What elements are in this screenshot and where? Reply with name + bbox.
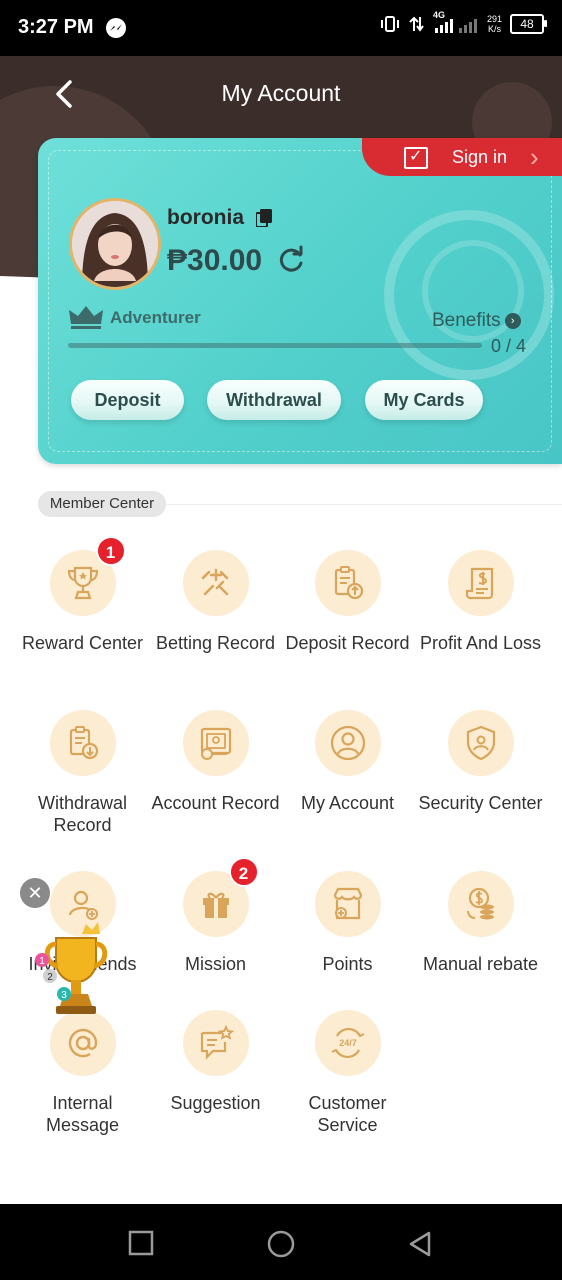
- menu-item-points[interactable]: Points: [281, 871, 414, 975]
- menu-item-label: Manual rebate: [422, 954, 539, 974]
- store-icon: [333, 887, 362, 920]
- data-arrows-icon: [409, 16, 424, 32]
- vibrate-icon: [380, 16, 399, 32]
- home-icon[interactable]: [266, 1230, 296, 1260]
- benefits-link[interactable]: Benefits ›: [432, 310, 521, 332]
- status-indicators: 4G 291 K/s 48: [379, 10, 547, 34]
- svg-text:3: 3: [61, 990, 67, 1001]
- user-icon: [330, 725, 365, 761]
- menu-item-label: Internal Message: [45, 1093, 120, 1135]
- refresh-icon[interactable]: [276, 245, 306, 275]
- page-title: My Account: [221, 80, 341, 106]
- notification-badge: 2: [228, 857, 259, 887]
- account-record-icon: [200, 727, 231, 760]
- deposit-button[interactable]: Deposit: [71, 380, 184, 420]
- menu-item-manual-rebate[interactable]: Manual rebate: [414, 871, 547, 975]
- trophy-icon: [67, 566, 98, 600]
- status-bar: 3:27 PM 4G 291 K/s 48: [0, 0, 562, 56]
- sign-in-label: Sign in: [452, 147, 508, 167]
- menu-item-label: Suggestion: [170, 1093, 261, 1113]
- coins-icon: [466, 887, 494, 920]
- svg-text:1: 1: [39, 956, 45, 967]
- menu-item-internal-message[interactable]: Internal Message: [16, 1010, 149, 1136]
- copy-icon[interactable]: [256, 209, 272, 227]
- profit-loss-icon: [465, 567, 493, 600]
- menu-item-label: Reward Center: [21, 633, 144, 653]
- system-nav-bar: [0, 1204, 562, 1280]
- signal-icon: 4G: [433, 10, 479, 34]
- level-progress-text: 0 / 4: [491, 336, 527, 356]
- chevron-right-icon: ›: [530, 142, 539, 172]
- menu-item-label: My Account: [300, 793, 395, 813]
- member-center-title: Member Center: [38, 491, 166, 517]
- trophy-icon: 1 2 3: [35, 922, 108, 1014]
- account-card: Sign in › boronia ₱30.00 Adventurer Bene…: [38, 138, 562, 464]
- network-speed: 291 K/s: [486, 14, 502, 34]
- svg-text:2: 2: [47, 972, 53, 983]
- menu-item-suggestion[interactable]: Suggestion: [149, 1010, 282, 1114]
- menu-item-mission[interactable]: 2 Mission: [149, 857, 282, 975]
- betting-icon: [201, 568, 228, 596]
- invite-icon: [68, 890, 98, 920]
- close-icon[interactable]: ✕: [20, 878, 50, 908]
- messenger-icon: [106, 18, 126, 38]
- sign-in-button[interactable]: Sign in ›: [362, 138, 562, 176]
- svg-text:24/7: 24/7: [339, 1038, 357, 1048]
- withdrawal-record-icon: [69, 726, 98, 760]
- menu-item-security-center[interactable]: Security Center: [414, 710, 547, 814]
- crown-icon: [69, 306, 103, 329]
- menu-item-label: Profit And Loss: [419, 633, 542, 653]
- suggestion-icon: [200, 1024, 234, 1060]
- menu-item-label: Customer Service: [308, 1093, 387, 1135]
- menu-item-label: Security Center: [418, 793, 543, 813]
- at-icon: [68, 1028, 97, 1058]
- floating-trophy-widget[interactable]: 1 2 3: [30, 920, 122, 1020]
- vip-level: Adventurer: [110, 308, 201, 327]
- menu-item-profit-and-loss[interactable]: Profit And Loss: [414, 550, 547, 654]
- level-progress-bar: [68, 343, 482, 348]
- support-24-7-icon: 24/7: [331, 1027, 364, 1059]
- shield-icon: [466, 725, 495, 761]
- battery-icon: 48: [510, 14, 547, 34]
- menu-item-account-record[interactable]: Account Record: [149, 710, 282, 814]
- deposit-record-icon: [334, 566, 363, 600]
- chevron-right-icon: ›: [504, 312, 521, 329]
- back-nav-icon[interactable]: [407, 1230, 433, 1258]
- recents-icon[interactable]: [128, 1230, 154, 1256]
- menu-item-betting-record[interactable]: Betting Record: [149, 550, 282, 654]
- menu-item-withdrawal-record[interactable]: Withdrawal Record: [16, 710, 149, 836]
- menu-item-label: Mission: [184, 954, 246, 974]
- username: boronia: [167, 206, 244, 229]
- status-time: 3:27 PM: [18, 16, 94, 38]
- menu-item-reward-center[interactable]: 1 Reward Center: [16, 536, 149, 654]
- avatar[interactable]: [69, 198, 161, 290]
- menu-item-deposit-record[interactable]: Deposit Record: [281, 550, 414, 654]
- notification-badge: 1: [95, 536, 126, 566]
- menu-item-my-account[interactable]: My Account: [281, 710, 414, 814]
- menu-item-label: Account Record: [151, 793, 280, 813]
- my-cards-button[interactable]: My Cards: [365, 380, 483, 420]
- menu-item-label: Withdrawal Record: [37, 793, 128, 835]
- withdrawal-button[interactable]: Withdrawal: [207, 380, 341, 420]
- menu-item-label: Betting Record: [155, 633, 276, 653]
- menu-item-label: Points: [322, 954, 373, 974]
- menu-item-label: Deposit Record: [285, 633, 410, 653]
- calendar-check-icon: [404, 146, 428, 169]
- menu-item-customer-service[interactable]: 24/7 Customer Service: [281, 1010, 414, 1136]
- gift-icon: [202, 892, 229, 918]
- balance: ₱30.00: [167, 244, 263, 277]
